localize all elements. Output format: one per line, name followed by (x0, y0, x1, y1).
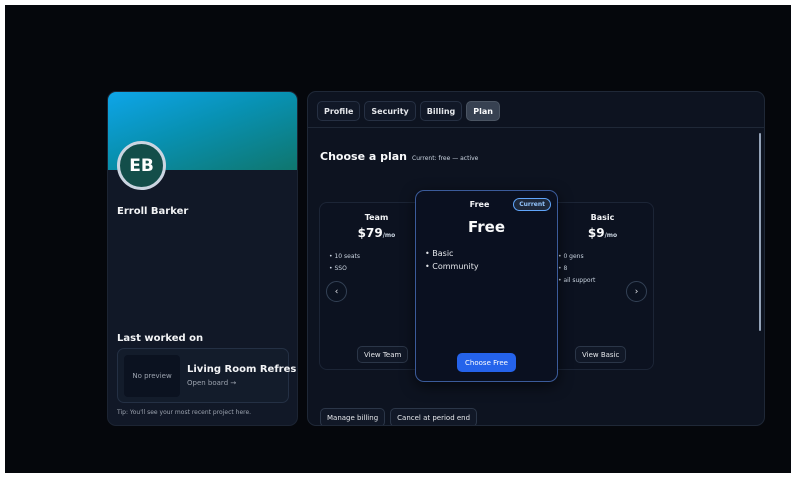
scrollbar[interactable] (759, 133, 761, 331)
tab-security[interactable]: Security (364, 101, 416, 121)
choose-free-button[interactable]: Choose Free (457, 353, 516, 372)
avatar: EB (117, 141, 166, 190)
view-team-button[interactable]: View Team (357, 346, 409, 363)
plan-heading: Choose a plan Current: free — active (320, 150, 478, 163)
feature-list: Basic Community (425, 247, 479, 273)
current-badge: Current (513, 198, 551, 211)
feature-item: 10 seats (329, 251, 360, 263)
price-value: $79 (357, 226, 383, 240)
tip-text: Tip: You'll see your most recent project… (117, 409, 252, 416)
user-name: Erroll Barker (117, 206, 189, 217)
tab-plan[interactable]: Plan (466, 101, 500, 121)
feature-item: Community (425, 260, 478, 273)
recent-project-card[interactable]: No preview Living Room Refresh Open boar… (117, 348, 297, 403)
open-board-link[interactable]: Open board → (187, 379, 236, 387)
price-period: /mo (382, 232, 396, 239)
plan-price: $9/mo (546, 226, 653, 240)
price-period: /mo (604, 232, 618, 239)
carousel-prev-button[interactable]: ‹ (326, 281, 347, 302)
settings-tabs: Profile Security Billing Plan (317, 101, 500, 121)
current-plan-status: Current: free — active (412, 155, 479, 162)
plan-card-free: Free Current Free Basic Community Choose… (415, 190, 558, 382)
last-worked-heading: Last worked on (117, 333, 204, 344)
feature-item: ail support (558, 275, 595, 287)
tab-divider (308, 127, 764, 128)
plan-name: Basic (590, 213, 615, 222)
feature-list: 10 seats SSO (329, 251, 360, 275)
feature-item: Basic (425, 247, 479, 260)
price-value: $9 (587, 226, 605, 240)
chevron-right-icon: › (634, 286, 639, 297)
project-title: Living Room Refresh (187, 364, 298, 375)
cancel-subscription-button[interactable]: Cancel at period end (390, 408, 478, 425)
page-title: Choose a plan (320, 150, 408, 163)
feature-item: 8 (558, 263, 595, 275)
feature-list: 0 gens 8 ail support (558, 251, 595, 287)
chevron-left-icon: ‹ (334, 286, 339, 297)
profile-card: EB Erroll Barker Last worked on No previ… (107, 91, 298, 426)
carousel-next-button[interactable]: › (626, 281, 647, 302)
view-basic-button[interactable]: View Basic (575, 346, 627, 363)
plan-panel: Profile Security Billing Plan Choose a p… (307, 91, 765, 426)
feature-item: SSO (329, 263, 360, 275)
billing-actions: Manage billing Cancel at period end (320, 408, 478, 425)
tab-profile[interactable]: Profile (317, 101, 361, 121)
manage-billing-button[interactable]: Manage billing (320, 408, 386, 425)
tab-billing[interactable]: Billing (419, 101, 463, 121)
feature-item: 0 gens (558, 251, 595, 263)
project-thumbnail: No preview (124, 355, 180, 397)
plan-price: Free (467, 218, 506, 236)
